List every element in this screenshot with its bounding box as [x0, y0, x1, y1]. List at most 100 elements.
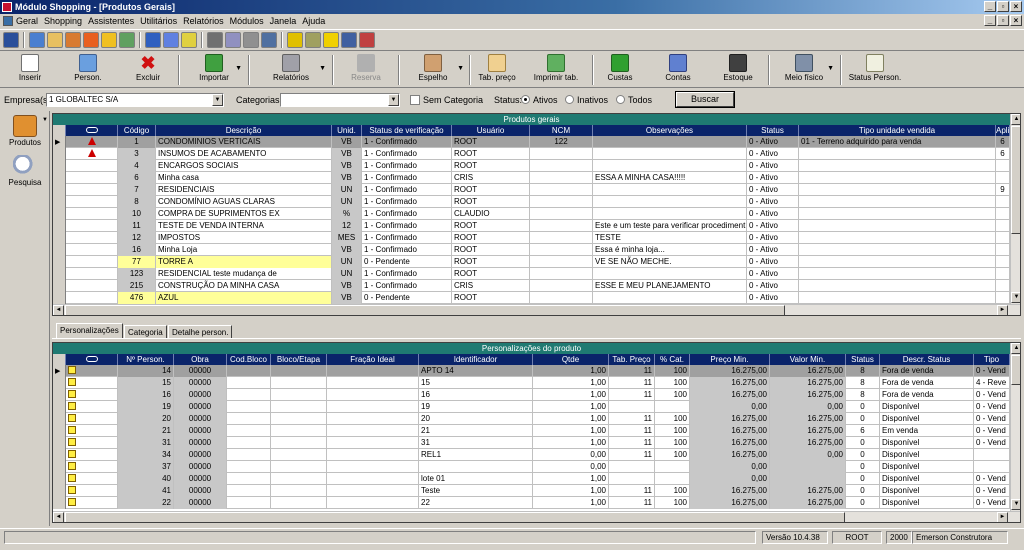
cell-status[interactable]: 0 - Ativo	[747, 148, 799, 160]
cell-tipo[interactable]: 0 - Vend	[974, 425, 1010, 437]
cell-observacoes[interactable]: ESSA A MINHA CASA!!!!!	[593, 172, 747, 184]
cell-identificador[interactable]: 31	[419, 437, 533, 449]
scroll-down-icon[interactable]: ▼	[1011, 292, 1020, 303]
cell-observacoes[interactable]	[593, 292, 747, 304]
cell-status[interactable]: 0 - Ativo	[747, 136, 799, 148]
cell-descricao[interactable]: INSUMOS DE ACABAMENTO	[156, 148, 332, 160]
cell-usuario[interactable]: ROOT	[452, 196, 530, 208]
table-row[interactable]: 37 00000 0,00 0,00 0 Disponível	[53, 461, 1010, 473]
cell-obra[interactable]: 00000	[174, 413, 227, 425]
attachment-cell[interactable]	[66, 497, 118, 509]
cell-obra[interactable]: 00000	[174, 401, 227, 413]
cell-codigo[interactable]: 1	[118, 136, 156, 148]
cell-unid[interactable]: VB	[332, 160, 362, 172]
cell-n-person[interactable]: 31	[118, 437, 174, 449]
contas-button[interactable]: Contas	[656, 52, 700, 87]
col-unid[interactable]: Unid.	[332, 125, 362, 136]
cell-cod-bloco[interactable]	[227, 449, 271, 461]
cell-usuario[interactable]: ROOT	[452, 256, 530, 268]
table-row[interactable]: ▶ 14 00000 APTO 14 1,00 11 100 16.275,00 16.275,…	[53, 365, 1010, 377]
cell-tab-preco[interactable]	[609, 461, 655, 473]
attachment-cell[interactable]	[66, 136, 118, 148]
reserva-button[interactable]: Reserva	[340, 52, 392, 87]
cell-status[interactable]: 0 - Ativo	[747, 172, 799, 184]
cell-status-verificacao[interactable]: 0 - Pendente	[362, 292, 452, 304]
attachment-cell[interactable]	[66, 256, 118, 268]
cell-pct-cat[interactable]	[655, 473, 690, 485]
cell-ncm[interactable]	[530, 244, 593, 256]
attachment-cell[interactable]	[66, 268, 118, 280]
cell-tab-preco[interactable]: 11	[609, 449, 655, 461]
cell-status[interactable]: 0	[846, 497, 880, 509]
cell-codigo[interactable]: 77	[118, 256, 156, 268]
cell-qtde[interactable]: 1,00	[533, 389, 609, 401]
cell-n-person[interactable]: 41	[118, 485, 174, 497]
menu-relatorios[interactable]: Relatórios	[183, 14, 224, 28]
col-status[interactable]: Status	[747, 125, 799, 136]
cell-obra[interactable]: 00000	[174, 425, 227, 437]
cell-unid[interactable]: VB	[332, 148, 362, 160]
row-indicator[interactable]	[53, 232, 66, 244]
cell-usuario[interactable]: ROOT	[452, 292, 530, 304]
pen-icon[interactable]	[163, 32, 179, 48]
cell-unid[interactable]: UN	[332, 268, 362, 280]
products-horizontal-scrollbar[interactable]: ◄ ►	[53, 304, 1020, 315]
row-indicator[interactable]	[53, 172, 66, 184]
table-row[interactable]: 16 Minha Loja VB 1 - Confirmado ROOT Essa é m…	[53, 244, 1010, 256]
cell-pct-cat[interactable]: 100	[655, 365, 690, 377]
minimize-button[interactable]: _	[984, 1, 996, 12]
row-indicator[interactable]	[53, 244, 66, 256]
cell-status[interactable]: 0 - Ativo	[747, 280, 799, 292]
cell-usuario[interactable]: ROOT	[452, 160, 530, 172]
cell-identificador[interactable]: 15	[419, 377, 533, 389]
todos-radio[interactable]	[616, 95, 625, 104]
pesquisa-nav[interactable]: Pesquisa	[0, 155, 50, 187]
cell-descr-status[interactable]: Fora de venda	[880, 365, 974, 377]
espelho-button[interactable]: Espelho ▼	[402, 52, 464, 87]
cell-aplicacao[interactable]	[996, 256, 1010, 268]
cell-bloco-etapa[interactable]	[271, 437, 327, 449]
cell-obra[interactable]: 00000	[174, 365, 227, 377]
row-indicator[interactable]	[53, 268, 66, 280]
cell-status[interactable]: 0	[846, 413, 880, 425]
cell-unid[interactable]: VB	[332, 292, 362, 304]
cell-tipo-unidade[interactable]	[799, 280, 996, 292]
cell-status-verificacao[interactable]: 1 - Confirmado	[362, 268, 452, 280]
cell-pct-cat[interactable]: 100	[655, 485, 690, 497]
cell-observacoes[interactable]	[593, 160, 747, 172]
cell-unid[interactable]: UN	[332, 184, 362, 196]
child-close-button[interactable]: ×	[1010, 15, 1022, 26]
cell-descricao[interactable]: AZUL	[156, 292, 332, 304]
col-valor-min[interactable]: Valor Min.	[770, 354, 846, 365]
cell-ncm[interactable]	[530, 268, 593, 280]
cell-n-person[interactable]: 37	[118, 461, 174, 473]
cell-status-verificacao[interactable]: 1 - Confirmado	[362, 232, 452, 244]
cell-pct-cat[interactable]: 100	[655, 425, 690, 437]
cell-qtde[interactable]: 1,00	[533, 497, 609, 509]
scroll-thumb[interactable]	[65, 305, 785, 315]
cell-identificador[interactable]: 19	[419, 401, 533, 413]
calculator-icon[interactable]	[83, 32, 99, 48]
lock-icon[interactable]	[287, 32, 303, 48]
table-row[interactable]: ▶ 1 CONDOMINIOS VERTICAIS VB 1 - Confirmado R…	[53, 136, 1010, 148]
cell-valor-min[interactable]	[770, 473, 846, 485]
cell-qtde[interactable]: 1,00	[533, 425, 609, 437]
cell-bloco-etapa[interactable]	[271, 377, 327, 389]
cell-ncm[interactable]	[530, 256, 593, 268]
cell-bloco-etapa[interactable]	[271, 497, 327, 509]
personalizations-horizontal-scrollbar[interactable]: ◄ ►	[53, 511, 1020, 522]
col-preco-min[interactable]: Preço Min.	[690, 354, 770, 365]
products-vertical-scrollbar[interactable]: ▲ ▼	[1010, 114, 1020, 305]
table-row[interactable]: 8 CONDOMÍNIO AGUAS CLARAS UN 1 - Confirmado…	[53, 196, 1010, 208]
cell-obra[interactable]: 00000	[174, 497, 227, 509]
col-cod-bloco[interactable]: Cod.Bloco	[227, 354, 271, 365]
cell-descr-status[interactable]: Disponível	[880, 437, 974, 449]
cell-bloco-etapa[interactable]	[271, 413, 327, 425]
cell-aplicacao[interactable]: 6	[996, 136, 1010, 148]
cell-bloco-etapa[interactable]	[271, 389, 327, 401]
cell-descricao[interactable]: CONSTRUÇÃO DA MINHA CASA	[156, 280, 332, 292]
cell-fracao-ideal[interactable]	[327, 437, 419, 449]
cell-tipo[interactable]: 0 - Vend	[974, 497, 1010, 509]
cell-tab-preco[interactable]	[609, 401, 655, 413]
table-row[interactable]: 40 00000 lote 01 1,00 0,00 0 Disponível 0 - Ven…	[53, 473, 1010, 485]
